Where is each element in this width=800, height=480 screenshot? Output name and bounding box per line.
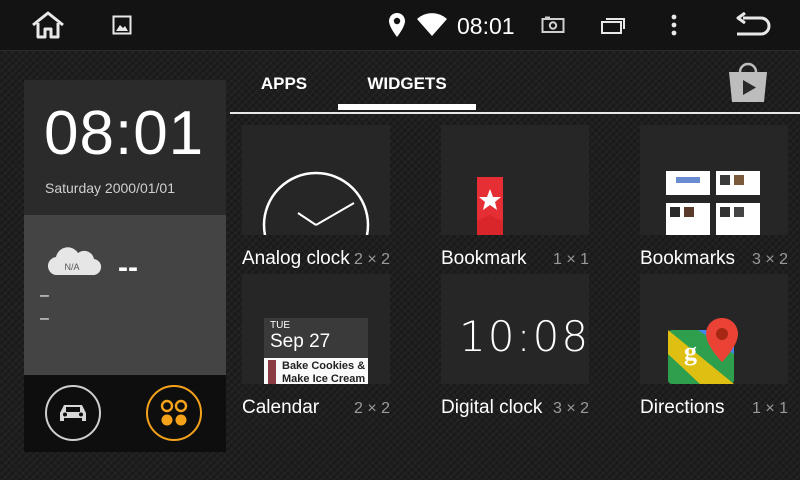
widget-bookmark[interactable]: Bookmark 1 × 1 (441, 125, 601, 273)
calendar-preview: TUE Sep 27 Bake Cookies & Make Ice Cream (242, 274, 390, 384)
bookmark-preview (441, 125, 589, 235)
weather-line-2: – (40, 310, 49, 327)
back-icon[interactable] (732, 0, 772, 50)
wifi-icon (416, 0, 448, 50)
widget-name: Bookmark (441, 248, 527, 269)
maps-icon: g (668, 318, 738, 384)
bookmarks-preview (640, 125, 788, 235)
weather-widget[interactable]: N/A -- – – (24, 215, 226, 375)
weather-line-1: – (40, 287, 49, 304)
analog-clock-preview (242, 125, 390, 235)
event-color-bar (268, 360, 276, 384)
home-icon[interactable] (28, 0, 68, 50)
tab-apps[interactable]: APPS (248, 70, 320, 110)
gallery-icon[interactable] (110, 0, 134, 50)
overflow-menu-icon[interactable] (668, 0, 680, 50)
play-store-button[interactable] (726, 60, 770, 104)
widget-size: 1 × 1 (552, 251, 589, 268)
digital-clock-time: 10:08 (459, 312, 589, 361)
temperature: -- (118, 251, 138, 284)
apps-icon (160, 399, 188, 426)
digital-clock-preview: 10:08 (441, 274, 589, 384)
widget-size: 2 × 2 (353, 251, 390, 268)
directions-preview: g (640, 274, 788, 384)
calendar-event: Bake Cookies & (282, 360, 366, 372)
status-bar: 08:01 (0, 0, 800, 51)
svg-text:g: g (684, 337, 697, 366)
widget-digital-clock[interactable]: 10:08 Digital clock 3 × 2 (441, 274, 601, 422)
widget-analog-clock[interactable]: Analog clock 2 × 2 (242, 125, 402, 273)
widget-size: 2 × 2 (353, 400, 390, 417)
screenshot-icon[interactable] (540, 0, 566, 50)
recents-icon[interactable] (600, 0, 628, 50)
calendar-card: TUE Sep 27 Bake Cookies & Make Ice Cream (264, 318, 368, 384)
shortcut-bar (24, 375, 226, 452)
play-store-icon (729, 62, 767, 102)
tab-divider (230, 112, 800, 114)
widget-size: 3 × 2 (751, 251, 788, 268)
calendar-day-of-week: TUE (270, 320, 290, 331)
location-icon (386, 0, 408, 50)
calendar-date: Sep 27 (270, 331, 331, 352)
clock-time: 08:01 (44, 99, 205, 168)
widget-bookmarks[interactable]: Bookmarks 3 × 2 (640, 125, 800, 273)
car-icon (60, 405, 86, 421)
widget-size: 1 × 1 (751, 400, 788, 417)
weather-badge: N/A (64, 262, 79, 272)
cloud-icon: N/A (46, 245, 102, 284)
widget-name: Bookmarks (640, 248, 736, 269)
calendar-event: Make Ice Cream (282, 373, 366, 384)
widget-name: Digital clock (441, 397, 543, 418)
widget-size: 3 × 2 (552, 400, 589, 417)
apps-button[interactable] (146, 385, 202, 441)
home-widget-panel: 08:01 Saturday 2000/01/01 N/A -- – – (24, 80, 226, 452)
widget-name: Directions (640, 397, 725, 418)
tab-indicator (338, 104, 476, 110)
clock-date: Saturday 2000/01/01 (45, 180, 175, 196)
clock-widget[interactable]: 08:01 Saturday 2000/01/01 (24, 80, 226, 215)
status-time: 08:01 (457, 13, 515, 39)
car-button[interactable] (45, 385, 101, 441)
widget-name: Analog clock (242, 248, 350, 269)
widget-calendar[interactable]: TUE Sep 27 Bake Cookies & Make Ice Cream… (242, 274, 402, 422)
widget-directions[interactable]: g Directions 1 × 1 (640, 274, 800, 422)
widget-name: Calendar (242, 397, 320, 418)
